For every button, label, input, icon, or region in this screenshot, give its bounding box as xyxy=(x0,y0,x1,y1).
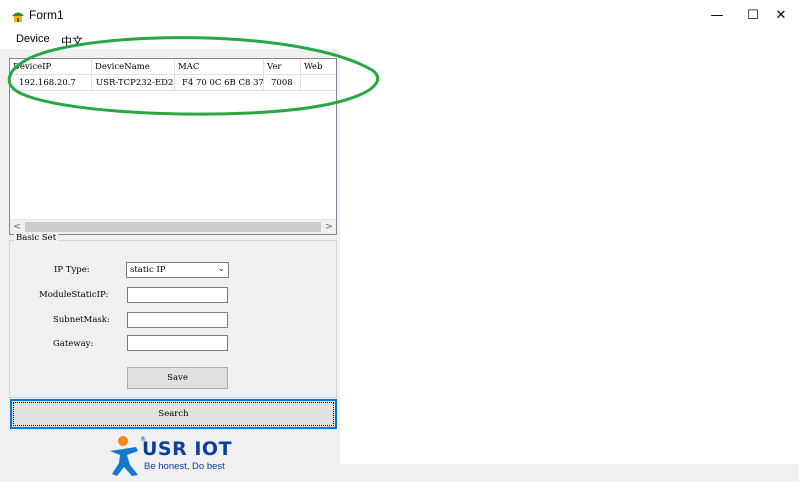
menu-chinese[interactable]: 中文 xyxy=(61,33,83,49)
ip-type-label: IP Type: xyxy=(54,265,90,275)
subnet-mask-input[interactable] xyxy=(127,312,228,328)
column-header-ver[interactable]: Ver xyxy=(264,59,301,75)
gateway-input[interactable] xyxy=(127,335,228,351)
menu-bar: Device 中文 xyxy=(0,31,799,49)
chevron-down-icon[interactable]: ⌄ xyxy=(217,264,225,274)
logo-tagline: Be honest, Do best xyxy=(144,461,225,472)
ip-type-value: static IP xyxy=(130,265,166,275)
app-icon xyxy=(12,12,24,22)
basic-set-title: Basic Set xyxy=(14,233,59,243)
scroll-right-icon[interactable]: > xyxy=(322,220,336,234)
search-button-label: Search xyxy=(158,409,189,419)
window-title: Form1 xyxy=(29,8,64,22)
close-button[interactable]: ✕ xyxy=(763,0,799,31)
scroll-thumb[interactable] xyxy=(25,222,321,232)
table-cell-ver[interactable]: 7008 xyxy=(264,75,301,91)
menu-device[interactable]: Device xyxy=(16,33,50,45)
horizontal-scrollbar[interactable]: < > xyxy=(10,219,336,234)
column-header-mac[interactable]: MAC xyxy=(175,59,264,75)
module-static-ip-input[interactable] xyxy=(127,287,228,303)
scroll-left-icon[interactable]: < xyxy=(10,220,24,234)
table-cell-deviceip[interactable]: 192.168.20.7 xyxy=(10,75,92,91)
content-area xyxy=(340,49,799,464)
ip-type-select[interactable]: static IP ⌄ xyxy=(126,262,229,278)
logo-name: USR IOT xyxy=(142,438,233,460)
column-header-web[interactable]: Web xyxy=(301,59,336,75)
title-bar: Form1 — ☐ ✕ xyxy=(0,0,799,31)
subnet-mask-label: SubnetMask: xyxy=(53,315,110,325)
save-button[interactable]: Save xyxy=(127,367,228,389)
person-logo-icon xyxy=(110,436,138,476)
device-table[interactable]: DeviceIP DeviceName MAC Ver Web 192.168.… xyxy=(9,58,337,235)
table-cell-devicename[interactable]: USR-TCP232-ED2 xyxy=(92,75,175,91)
module-static-ip-label: ModuleStaticIP: xyxy=(39,290,109,300)
usr-iot-logo: ® USR IOT Be honest, Do best xyxy=(108,435,248,477)
column-header-devicename[interactable]: DeviceName xyxy=(92,59,175,75)
gateway-label: Gateway: xyxy=(53,339,94,349)
search-button[interactable]: Search xyxy=(10,399,337,429)
column-header-deviceip[interactable]: DeviceIP xyxy=(10,59,92,75)
table-cell-web[interactable] xyxy=(301,75,336,91)
bottom-strip xyxy=(340,464,799,482)
minimize-button[interactable]: — xyxy=(699,0,735,31)
table-cell-mac[interactable]: F4 70 0C 6B C8 37 xyxy=(175,75,264,91)
